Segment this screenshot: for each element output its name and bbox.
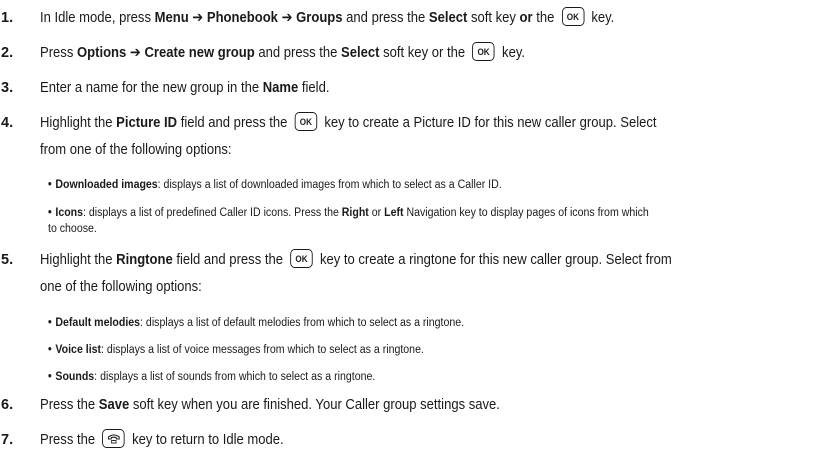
instruction-page: 1. In Idle mode, press Menu ➔ Phonebook … — [0, 0, 837, 471]
ok-key-icon: OK — [294, 111, 318, 131]
option-term: Icons — [55, 207, 84, 219]
option-term: Downloaded images — [55, 179, 158, 191]
step-text: Highlight the Ringtone field and press t… — [40, 247, 832, 301]
text-run: Highlight the — [40, 252, 117, 268]
field-term: Ringtone — [116, 252, 173, 268]
text-run: key to create a Picture ID for this new … — [320, 115, 657, 131]
step-number: 7. — [1, 432, 14, 448]
text-run: and press the — [342, 10, 429, 26]
option-term: Voice list — [55, 344, 102, 356]
text-run: field and press the — [172, 252, 287, 268]
text-run: field and press the — [177, 115, 292, 131]
step-number: 4. — [1, 115, 14, 131]
menu-term: Menu — [154, 10, 189, 26]
menu-term: Groups — [296, 10, 343, 26]
bullet-item: • Icons: displays a list of predefined Ca… — [48, 205, 830, 237]
arrow-icon: ➔ — [126, 45, 145, 61]
text-run: soft key or the — [379, 45, 469, 61]
step-text: Press the Save soft key when you are fin… — [40, 392, 832, 419]
text-run: soft key — [467, 10, 520, 26]
arrow-icon: ➔ — [277, 10, 297, 26]
text-run: key to create a ringtone for this new ca… — [316, 252, 672, 268]
softkey-term: Select — [428, 10, 468, 26]
text-run: Press the — [40, 432, 99, 448]
text-run: Press — [40, 45, 77, 61]
text-run: : displays a list of downloaded images f… — [157, 179, 502, 191]
step-text: Press Options ➔ Create new group and pre… — [40, 40, 832, 67]
bullet-item: • Sounds: displays a list of sounds from … — [48, 369, 830, 385]
menu-term: Create new group — [144, 45, 255, 61]
text-run: In Idle mode, press — [40, 10, 155, 26]
ok-key-icon: OK — [561, 6, 585, 26]
softkey-term: Save — [98, 397, 130, 413]
step-number: 6. — [1, 397, 14, 413]
bullet-item: • Voice list: displays a list of voice me… — [48, 342, 830, 358]
text-run: field. — [298, 80, 330, 96]
text-run: Press the — [40, 397, 99, 413]
option-term: Sounds — [55, 371, 95, 383]
bullet-icon: • — [48, 344, 52, 356]
text-run: Navigation key to display pages of icons… — [403, 207, 649, 219]
arrow-icon: ➔ — [188, 10, 207, 26]
step-number: 2. — [1, 45, 14, 61]
step-number: 5. — [1, 252, 14, 268]
bullet-icon: • — [48, 179, 52, 191]
step-text: Highlight the Picture ID field and press… — [40, 110, 832, 164]
text-run: from one of the following options: — [40, 142, 232, 158]
ok-key-icon: OK — [290, 248, 313, 268]
text-run: key. — [587, 10, 615, 26]
text-run: key to return to Idle mode. — [128, 432, 284, 448]
ok-key-icon: OK — [472, 41, 495, 61]
step-number: 1. — [1, 10, 14, 26]
text-run: : displays a list of predefined Caller I… — [83, 207, 342, 219]
text-run: and press the — [254, 45, 342, 61]
text-run: Highlight the — [40, 115, 117, 131]
text-run: one of the following options: — [40, 279, 202, 295]
option-term: Default melodies — [55, 317, 141, 329]
text-run: : displays a list of sounds from which t… — [94, 371, 376, 383]
field-term: Picture ID — [116, 115, 178, 131]
bullet-item: • Default melodies: displays a list of de… — [48, 315, 830, 331]
menu-term: Phonebook — [206, 10, 278, 26]
softkey-term: Select — [341, 45, 380, 61]
step-text: In Idle mode, press Menu ➔ Phonebook ➔ G… — [40, 5, 832, 32]
text-run: the — [532, 10, 559, 26]
step-number: 3. — [1, 80, 14, 96]
key-term: Right — [341, 207, 369, 219]
menu-term: Options — [76, 45, 127, 61]
step-text: Press the key to return to Idle mode. — [40, 427, 832, 454]
or-term: or — [519, 10, 533, 26]
text-run: : displays a list of default melodies fr… — [140, 317, 465, 329]
end-key-icon — [102, 428, 125, 448]
key-term: Left — [384, 207, 404, 219]
text-run: to choose. — [48, 223, 97, 235]
text-run: key. — [498, 45, 526, 61]
text-run: or — [368, 207, 385, 219]
bullet-icon: • — [48, 207, 52, 219]
bullet-icon: • — [48, 317, 52, 329]
bullet-item: • Downloaded images: displays a list of d… — [48, 177, 830, 193]
text-run: Enter a name for the new group in the — [40, 80, 263, 96]
step-text: Enter a name for the new group in the Na… — [40, 75, 832, 102]
text-run: soft key when you are finished. Your Cal… — [129, 397, 500, 413]
bullet-icon: • — [48, 371, 52, 383]
field-term: Name — [262, 80, 299, 96]
text-run: : displays a list of voice messages from… — [101, 344, 424, 356]
